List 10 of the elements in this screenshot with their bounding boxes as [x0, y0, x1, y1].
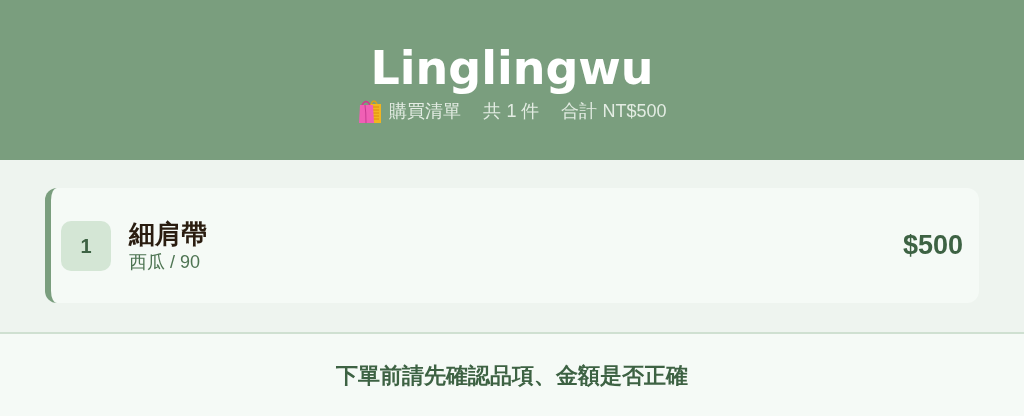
app-title: Linglingwu — [370, 40, 654, 96]
confirm-notice: 下單前請先確認品項、金額是否正確 — [336, 361, 688, 390]
item-count: 共 1 件 — [483, 100, 540, 123]
item-number: 1 — [61, 220, 111, 271]
item-name: 細肩帶 — [129, 217, 208, 250]
total-amount: 合計 NT$500 — [561, 100, 667, 123]
item-variant: 西瓜 / 90 — [129, 250, 202, 274]
item-price: $500 — [902, 229, 963, 263]
list-label: 購買清單 — [389, 100, 462, 123]
shopping-bags-icon — [357, 98, 384, 124]
